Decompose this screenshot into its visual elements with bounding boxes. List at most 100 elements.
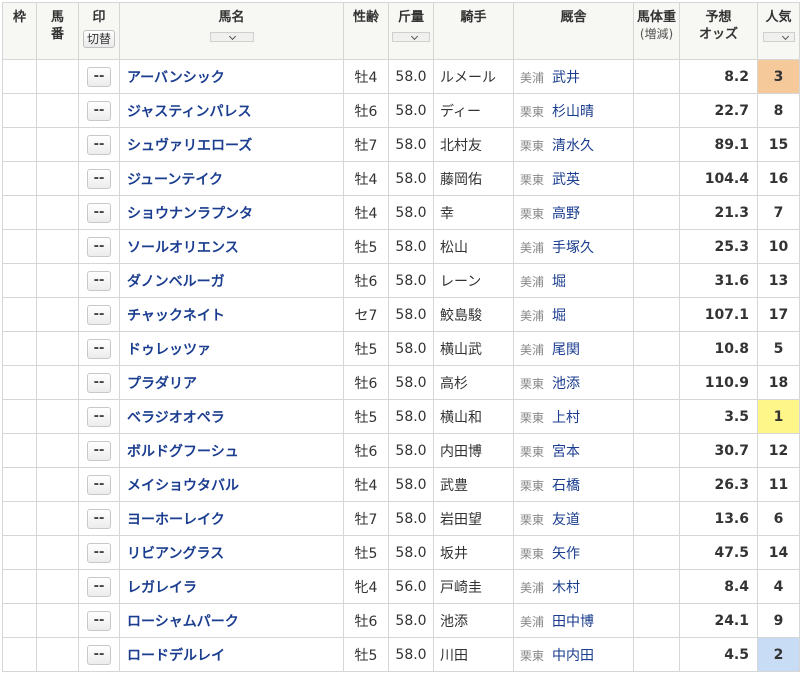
mark-button[interactable]: -- <box>87 304 111 325</box>
jockey-link[interactable]: 岩田望 <box>440 512 482 528</box>
trainer-link[interactable]: 高野 <box>552 206 580 222</box>
horse-name-link[interactable]: アーバンシック <box>127 70 225 86</box>
jockey-link[interactable]: 高杉 <box>440 376 468 392</box>
jockey-link[interactable]: 内田博 <box>440 444 482 460</box>
table-row: -- ジューンテイク 牡4 58.0 藤岡佑 栗東 武英 104.4 16 <box>2 161 800 196</box>
jockey-link[interactable]: 鮫島駿 <box>440 308 482 324</box>
sort-chevron-down-icon[interactable] <box>209 32 254 42</box>
jockey-link[interactable]: 戸崎圭 <box>440 580 482 596</box>
mark-button[interactable]: -- <box>87 508 111 529</box>
mark-button[interactable]: -- <box>87 406 111 427</box>
mark-button[interactable]: -- <box>87 542 111 563</box>
horse-name-link[interactable]: ジャスティンパレス <box>127 104 251 120</box>
waku-cell <box>2 399 37 434</box>
mark-button[interactable]: -- <box>87 440 111 461</box>
mark-toggle-button[interactable]: 切替 <box>82 30 115 48</box>
trainer-link[interactable]: 上村 <box>552 410 580 426</box>
trainer-link[interactable]: 宮本 <box>552 444 580 460</box>
trainer-region: 栗東 <box>520 206 545 221</box>
mark-button[interactable]: -- <box>87 270 111 291</box>
popularity-cell: 9 <box>757 603 800 638</box>
horse-name-link[interactable]: チャックネイト <box>127 308 225 324</box>
waku-cell <box>2 637 37 672</box>
header-weight[interactable]: 斤量 <box>388 2 434 60</box>
jockey-link[interactable]: 武豊 <box>440 478 468 494</box>
horse-name-link[interactable]: ロードデルレイ <box>127 648 225 664</box>
umaban-cell <box>36 263 79 298</box>
horse-name-link[interactable]: リビアングラス <box>127 546 224 562</box>
trainer-link[interactable]: 武英 <box>552 172 580 188</box>
horse-name-link[interactable]: ソールオリエンス <box>127 240 239 256</box>
trainer-link[interactable]: 武井 <box>552 70 580 86</box>
horse-name-link[interactable]: メイショウタバル <box>127 478 239 494</box>
trainer-link[interactable]: 堀 <box>552 274 566 290</box>
body-weight-cell <box>633 195 680 230</box>
trainer-link[interactable]: 石橋 <box>552 478 580 494</box>
trainer-link[interactable]: 木村 <box>552 580 580 596</box>
sort-chevron-down-icon[interactable] <box>392 32 430 42</box>
waku-cell <box>2 433 37 468</box>
mark-button[interactable]: -- <box>87 66 111 87</box>
jockey-link[interactable]: 幸 <box>440 206 454 222</box>
trainer-link[interactable]: 堀 <box>552 308 566 324</box>
trainer-link[interactable]: 杉山晴 <box>552 104 594 120</box>
trainer-link[interactable]: 手塚久 <box>552 240 594 256</box>
trainer-link[interactable]: 田中博 <box>552 614 594 630</box>
trainer-link[interactable]: 尾関 <box>552 342 580 358</box>
trainer-region: 美浦 <box>520 70 545 85</box>
horse-name-link[interactable]: ヨーホーレイク <box>127 512 225 528</box>
horse-name-link[interactable]: プラダリア <box>127 376 197 392</box>
weight-cell: 58.0 <box>388 399 434 434</box>
mark-button[interactable]: -- <box>87 168 111 189</box>
mark-button[interactable]: -- <box>87 372 111 393</box>
jockey-link[interactable]: ルメール <box>440 70 496 86</box>
mark-cell: -- <box>78 535 120 570</box>
trainer-link[interactable]: 友道 <box>552 512 580 528</box>
horse-name-link[interactable]: ボルドグフーシュ <box>127 444 239 460</box>
jockey-link[interactable]: 川田 <box>440 648 468 664</box>
jockey-link[interactable]: 松山 <box>440 240 468 256</box>
trainer-link[interactable]: 中内田 <box>552 648 594 664</box>
mark-button[interactable]: -- <box>87 100 111 121</box>
mark-cell: -- <box>78 501 120 536</box>
horse-name-link[interactable]: レガレイラ <box>127 580 197 596</box>
jockey-link[interactable]: レーン <box>440 274 481 290</box>
sex-age-cell: 牡7 <box>343 501 389 536</box>
mark-button[interactable]: -- <box>87 576 111 597</box>
waku-cell <box>2 603 37 638</box>
trainer-link[interactable]: 清水久 <box>552 138 594 154</box>
sort-chevron-down-icon[interactable] <box>762 32 795 42</box>
mark-button[interactable]: -- <box>87 644 111 665</box>
sex-age-cell: セ7 <box>343 297 389 332</box>
horse-name-link[interactable]: ジューンテイク <box>127 172 223 188</box>
trainer-link[interactable]: 矢作 <box>552 546 580 562</box>
mark-button[interactable]: -- <box>87 474 111 495</box>
horse-name-link[interactable]: ローシャムパーク <box>127 614 239 630</box>
jockey-cell: 坂井 <box>433 535 514 570</box>
jockey-link[interactable]: 池添 <box>440 614 468 630</box>
trainer-link[interactable]: 池添 <box>552 376 580 392</box>
header-popularity[interactable]: 人気 <box>757 2 800 60</box>
jockey-link[interactable]: 横山武 <box>440 342 482 358</box>
horse-name-link[interactable]: ベラジオオペラ <box>127 410 225 426</box>
waku-cell <box>2 297 37 332</box>
mark-button[interactable]: -- <box>87 134 111 155</box>
umaban-cell <box>36 297 79 332</box>
horse-name-link[interactable]: ダノンベルーガ <box>127 274 225 290</box>
jockey-link[interactable]: 藤岡佑 <box>440 172 482 188</box>
header-name[interactable]: 馬名 <box>119 2 344 60</box>
jockey-cell: 岩田望 <box>433 501 514 536</box>
jockey-link[interactable]: 坂井 <box>440 546 468 562</box>
mark-button[interactable]: -- <box>87 610 111 631</box>
horse-name-link[interactable]: ショウナンラプンタ <box>127 206 253 222</box>
horse-name-link[interactable]: ドゥレッツァ <box>127 342 211 358</box>
mark-button[interactable]: -- <box>87 338 111 359</box>
jockey-link[interactable]: 北村友 <box>440 138 482 154</box>
jockey-link[interactable]: 横山和 <box>440 410 482 426</box>
horse-name-link[interactable]: シュヴァリエローズ <box>127 138 252 154</box>
waku-cell <box>2 467 37 502</box>
jockey-link[interactable]: ディー <box>440 104 481 120</box>
mark-button[interactable]: -- <box>87 202 111 223</box>
mark-button[interactable]: -- <box>87 236 111 257</box>
jockey-cell: 池添 <box>433 603 514 638</box>
